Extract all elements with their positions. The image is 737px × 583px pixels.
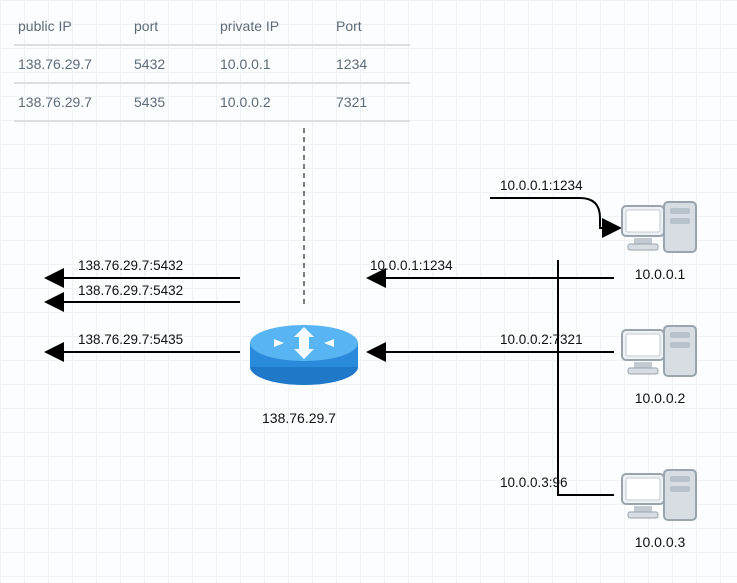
nat-header-port: port <box>130 18 210 34</box>
flow-label: 10.0.0.1:1234 <box>370 258 453 273</box>
flow-label: 10.0.0.3:96 <box>500 475 568 490</box>
router-ip-label: 138.76.29.7 <box>262 410 336 426</box>
nat-header-private-ip: private IP <box>216 18 326 34</box>
flow-label: 138.76.29.7:5432 <box>78 283 183 298</box>
flow-label: 138.76.29.7:5432 <box>78 258 183 273</box>
nat-table: public IP port private IP Port 138.76.29… <box>14 8 410 122</box>
nat-cell: 7321 <box>332 94 412 110</box>
flow-label: 10.0.0.2:7321 <box>500 332 583 347</box>
host-icon: 10.0.0.2 <box>620 322 700 394</box>
nat-table-row: 138.76.29.7 5435 10.0.0.2 7321 <box>14 84 410 122</box>
nat-cell: 138.76.29.7 <box>14 94 124 110</box>
flow-label: 10.0.0.1:1234 <box>500 178 583 193</box>
nat-cell: 10.0.0.2 <box>216 94 326 110</box>
nat-cell: 5432 <box>130 56 210 72</box>
nat-cell: 5435 <box>130 94 210 110</box>
host-ip-label: 10.0.0.1 <box>620 266 700 282</box>
nat-cell: 1234 <box>332 56 412 72</box>
host-icon: 10.0.0.3 <box>620 466 700 538</box>
nat-cell: 10.0.0.1 <box>216 56 326 72</box>
nat-header-public-ip: public IP <box>14 18 124 34</box>
nat-diagram: public IP port private IP Port 138.76.29… <box>0 0 737 583</box>
host-ip-label: 10.0.0.2 <box>620 390 700 406</box>
host-ip-label: 10.0.0.3 <box>620 534 700 550</box>
nat-header-port2: Port <box>332 18 412 34</box>
nat-table-row: 138.76.29.7 5432 10.0.0.1 1234 <box>14 46 410 84</box>
router-icon <box>244 307 364 397</box>
host-icon: 10.0.0.1 <box>620 198 700 270</box>
flow-label: 138.76.29.7:5435 <box>78 332 183 347</box>
nat-cell: 138.76.29.7 <box>14 56 124 72</box>
nat-table-header: public IP port private IP Port <box>14 8 410 46</box>
